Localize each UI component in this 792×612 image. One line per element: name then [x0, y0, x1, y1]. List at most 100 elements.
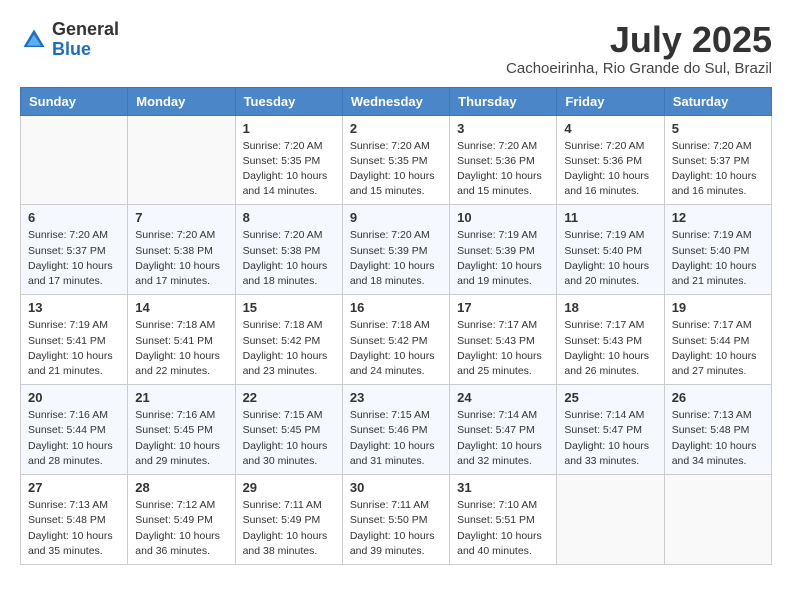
day-info: Sunrise: 7:20 AM Sunset: 5:38 PM Dayligh… — [135, 228, 227, 289]
calendar-cell: 26 Sunrise: 7:13 AM Sunset: 5:48 PM Dayli… — [664, 385, 771, 475]
day-info: Sunrise: 7:18 AM Sunset: 5:42 PM Dayligh… — [350, 318, 442, 379]
calendar-week-row: 20Sunrise: 7:16 AM Sunset: 5:44 PM Dayli… — [21, 385, 772, 475]
day-number: 5 — [672, 121, 764, 136]
calendar-cell: 2 Sunrise: 7:20 AM Sunset: 5:35 PM Daylig… — [342, 115, 449, 205]
day-number: 28 — [135, 480, 227, 495]
calendar-week-row: 13 Sunrise: 7:19 AM Sunset: 5:41 PM Dayli… — [21, 295, 772, 385]
day-number: 24 — [457, 390, 549, 405]
day-info: Sunrise: 7:17 AM Sunset: 5:43 PM Dayligh… — [457, 318, 549, 379]
calendar-week-row: 27 Sunrise: 7:13 AM Sunset: 5:48 PM Dayli… — [21, 475, 772, 565]
calendar-cell: 9 Sunrise: 7:20 AM Sunset: 5:39 PM Daylig… — [342, 205, 449, 295]
logo-icon — [20, 26, 48, 54]
day-number: 13 — [28, 300, 120, 315]
page-header: General Blue July 2025 Cachoeirinha, Rio… — [20, 20, 772, 77]
day-number: 29 — [243, 480, 335, 495]
calendar-cell: 10Sunrise: 7:19 AM Sunset: 5:39 PM Dayli… — [450, 205, 557, 295]
day-info: Sunrise: 7:19 AM Sunset: 5:41 PM Dayligh… — [28, 318, 120, 379]
calendar-cell: 28 Sunrise: 7:12 AM Sunset: 5:49 PM Dayli… — [128, 475, 235, 565]
calendar-cell: 12 Sunrise: 7:19 AM Sunset: 5:40 PM Dayli… — [664, 205, 771, 295]
day-number: 8 — [243, 210, 335, 225]
day-number: 4 — [564, 121, 656, 136]
day-number: 7 — [135, 210, 227, 225]
day-number: 30 — [350, 480, 442, 495]
day-number: 25 — [564, 390, 656, 405]
calendar-cell: 16 Sunrise: 7:18 AM Sunset: 5:42 PM Dayli… — [342, 295, 449, 385]
calendar-cell: 14Sunrise: 7:18 AM Sunset: 5:41 PM Dayli… — [128, 295, 235, 385]
day-number: 2 — [350, 121, 442, 136]
calendar-cell: 11 Sunrise: 7:19 AM Sunset: 5:40 PM Dayli… — [557, 205, 664, 295]
logo-general-text: General — [52, 19, 119, 39]
day-number: 11 — [564, 210, 656, 225]
calendar-cell: 5 Sunrise: 7:20 AM Sunset: 5:37 PM Daylig… — [664, 115, 771, 205]
calendar-cell: 19 Sunrise: 7:17 AM Sunset: 5:44 PM Dayli… — [664, 295, 771, 385]
day-info: Sunrise: 7:20 AM Sunset: 5:37 PM Dayligh… — [672, 139, 764, 200]
day-number: 1 — [243, 121, 335, 136]
weekday-header-row: SundayMondayTuesdayWednesdayThursdayFrid… — [21, 87, 772, 115]
weekday-header-monday: Monday — [128, 87, 235, 115]
calendar-week-row: 1 Sunrise: 7:20 AM Sunset: 5:35 PM Daylig… — [21, 115, 772, 205]
day-info: Sunrise: 7:13 AM Sunset: 5:48 PM Dayligh… — [28, 498, 120, 559]
calendar-cell: 22Sunrise: 7:15 AM Sunset: 5:45 PM Dayli… — [235, 385, 342, 475]
day-info: Sunrise: 7:17 AM Sunset: 5:43 PM Dayligh… — [564, 318, 656, 379]
calendar-cell — [128, 115, 235, 205]
weekday-header-friday: Friday — [557, 87, 664, 115]
calendar-cell: 13 Sunrise: 7:19 AM Sunset: 5:41 PM Dayli… — [21, 295, 128, 385]
calendar-cell: 3Sunrise: 7:20 AM Sunset: 5:36 PM Daylig… — [450, 115, 557, 205]
weekday-header-saturday: Saturday — [664, 87, 771, 115]
day-info: Sunrise: 7:13 AM Sunset: 5:48 PM Dayligh… — [672, 408, 764, 469]
day-number: 20 — [28, 390, 120, 405]
calendar-cell: 30 Sunrise: 7:11 AM Sunset: 5:50 PM Dayli… — [342, 475, 449, 565]
day-info: Sunrise: 7:20 AM Sunset: 5:37 PM Dayligh… — [28, 228, 120, 289]
day-number: 18 — [564, 300, 656, 315]
day-number: 23 — [350, 390, 442, 405]
day-info: Sunrise: 7:10 AM Sunset: 5:51 PM Dayligh… — [457, 498, 549, 559]
day-number: 12 — [672, 210, 764, 225]
calendar-cell — [557, 475, 664, 565]
day-number: 31 — [457, 480, 549, 495]
calendar-cell: 27 Sunrise: 7:13 AM Sunset: 5:48 PM Dayli… — [21, 475, 128, 565]
weekday-header-sunday: Sunday — [21, 87, 128, 115]
day-info: Sunrise: 7:20 AM Sunset: 5:35 PM Dayligh… — [350, 139, 442, 200]
day-info: Sunrise: 7:16 AM Sunset: 5:45 PM Dayligh… — [135, 408, 227, 469]
logo-blue-text: Blue — [52, 39, 91, 59]
calendar-table: SundayMondayTuesdayWednesdayThursdayFrid… — [20, 87, 772, 565]
day-info: Sunrise: 7:20 AM Sunset: 5:38 PM Dayligh… — [243, 228, 335, 289]
calendar-cell: 23 Sunrise: 7:15 AM Sunset: 5:46 PM Dayli… — [342, 385, 449, 475]
day-number: 9 — [350, 210, 442, 225]
logo-text: General Blue — [52, 20, 119, 60]
calendar-cell — [21, 115, 128, 205]
day-number: 16 — [350, 300, 442, 315]
day-info: Sunrise: 7:19 AM Sunset: 5:39 PM Dayligh… — [457, 228, 549, 289]
day-info: Sunrise: 7:15 AM Sunset: 5:45 PM Dayligh… — [243, 408, 335, 469]
calendar-cell: 7 Sunrise: 7:20 AM Sunset: 5:38 PM Daylig… — [128, 205, 235, 295]
calendar-cell: 15Sunrise: 7:18 AM Sunset: 5:42 PM Dayli… — [235, 295, 342, 385]
calendar-cell: 24 Sunrise: 7:14 AM Sunset: 5:47 PM Dayli… — [450, 385, 557, 475]
day-info: Sunrise: 7:14 AM Sunset: 5:47 PM Dayligh… — [457, 408, 549, 469]
day-number: 21 — [135, 390, 227, 405]
logo: General Blue — [20, 20, 119, 60]
day-number: 6 — [28, 210, 120, 225]
day-info: Sunrise: 7:11 AM Sunset: 5:50 PM Dayligh… — [350, 498, 442, 559]
day-info: Sunrise: 7:18 AM Sunset: 5:41 PM Dayligh… — [135, 318, 227, 379]
day-info: Sunrise: 7:17 AM Sunset: 5:44 PM Dayligh… — [672, 318, 764, 379]
day-info: Sunrise: 7:12 AM Sunset: 5:49 PM Dayligh… — [135, 498, 227, 559]
day-number: 17 — [457, 300, 549, 315]
weekday-header-thursday: Thursday — [450, 87, 557, 115]
calendar-cell: 29 Sunrise: 7:11 AM Sunset: 5:49 PM Dayli… — [235, 475, 342, 565]
day-number: 26 — [672, 390, 764, 405]
day-info: Sunrise: 7:20 AM Sunset: 5:39 PM Dayligh… — [350, 228, 442, 289]
calendar-cell: 25Sunrise: 7:14 AM Sunset: 5:47 PM Dayli… — [557, 385, 664, 475]
calendar-cell — [664, 475, 771, 565]
day-number: 15 — [243, 300, 335, 315]
month-title: July 2025 — [506, 20, 772, 60]
calendar-cell: 1 Sunrise: 7:20 AM Sunset: 5:35 PM Daylig… — [235, 115, 342, 205]
day-info: Sunrise: 7:19 AM Sunset: 5:40 PM Dayligh… — [564, 228, 656, 289]
day-info: Sunrise: 7:11 AM Sunset: 5:49 PM Dayligh… — [243, 498, 335, 559]
day-number: 27 — [28, 480, 120, 495]
day-info: Sunrise: 7:19 AM Sunset: 5:40 PM Dayligh… — [672, 228, 764, 289]
day-info: Sunrise: 7:15 AM Sunset: 5:46 PM Dayligh… — [350, 408, 442, 469]
day-info: Sunrise: 7:20 AM Sunset: 5:35 PM Dayligh… — [243, 139, 335, 200]
calendar-cell: 20Sunrise: 7:16 AM Sunset: 5:44 PM Dayli… — [21, 385, 128, 475]
day-number: 19 — [672, 300, 764, 315]
weekday-header-wednesday: Wednesday — [342, 87, 449, 115]
